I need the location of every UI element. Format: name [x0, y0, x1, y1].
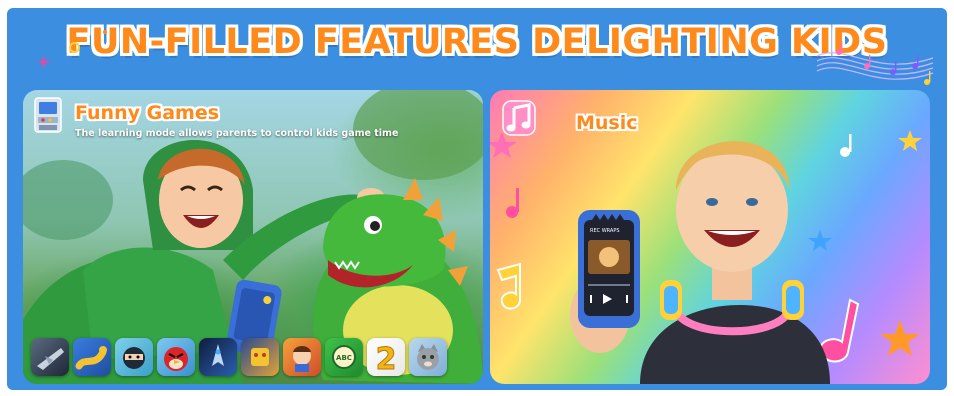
svg-text:2: 2 [376, 342, 397, 376]
talking-cat-game-icon[interactable] [409, 338, 447, 376]
robot-battle-game-icon[interactable] [241, 338, 279, 376]
funny-games-title: Funny Games [75, 102, 220, 124]
angry-bird-game-icon[interactable] [157, 338, 195, 376]
game-icon-row: ABC 2 [31, 338, 447, 376]
cartoon-fighter-game-icon[interactable] [283, 338, 321, 376]
snake-game-icon[interactable] [73, 338, 111, 376]
space-shooter-game-icon[interactable] [199, 338, 237, 376]
music-title: Music [576, 112, 638, 134]
ninja-game-icon[interactable] [115, 338, 153, 376]
banner-title: FUN-FILLED FEATURES DELIGHTING KIDS [66, 22, 888, 62]
music-note-icon [502, 100, 536, 136]
funny-games-panel: Funny Games The learning mode allows par… [23, 90, 483, 384]
boy-with-headphones-illustration [490, 130, 922, 384]
funny-games-description: The learning mode allows parents to cont… [75, 128, 399, 139]
svg-text:ABC: ABC [336, 354, 352, 362]
dot-sparkle-icon [103, 30, 107, 34]
feature-banner: FUN-FILLED FEATURES DELIGHTING KIDS + Fu… [7, 8, 947, 390]
plus-sparkle-icon: + [37, 52, 51, 71]
number-two-game-icon[interactable]: 2 [367, 338, 405, 376]
word-puzzle-game-icon[interactable]: ABC [325, 338, 363, 376]
silver-jet-game-icon[interactable] [31, 338, 69, 376]
phone-screen-label: REC WRAPS [590, 228, 620, 234]
circle-sparkle-icon [69, 42, 80, 53]
arcade-machine-icon [34, 97, 62, 133]
music-panel: REC WRAPS Music [490, 90, 930, 384]
music-staff-icon [816, 41, 934, 85]
